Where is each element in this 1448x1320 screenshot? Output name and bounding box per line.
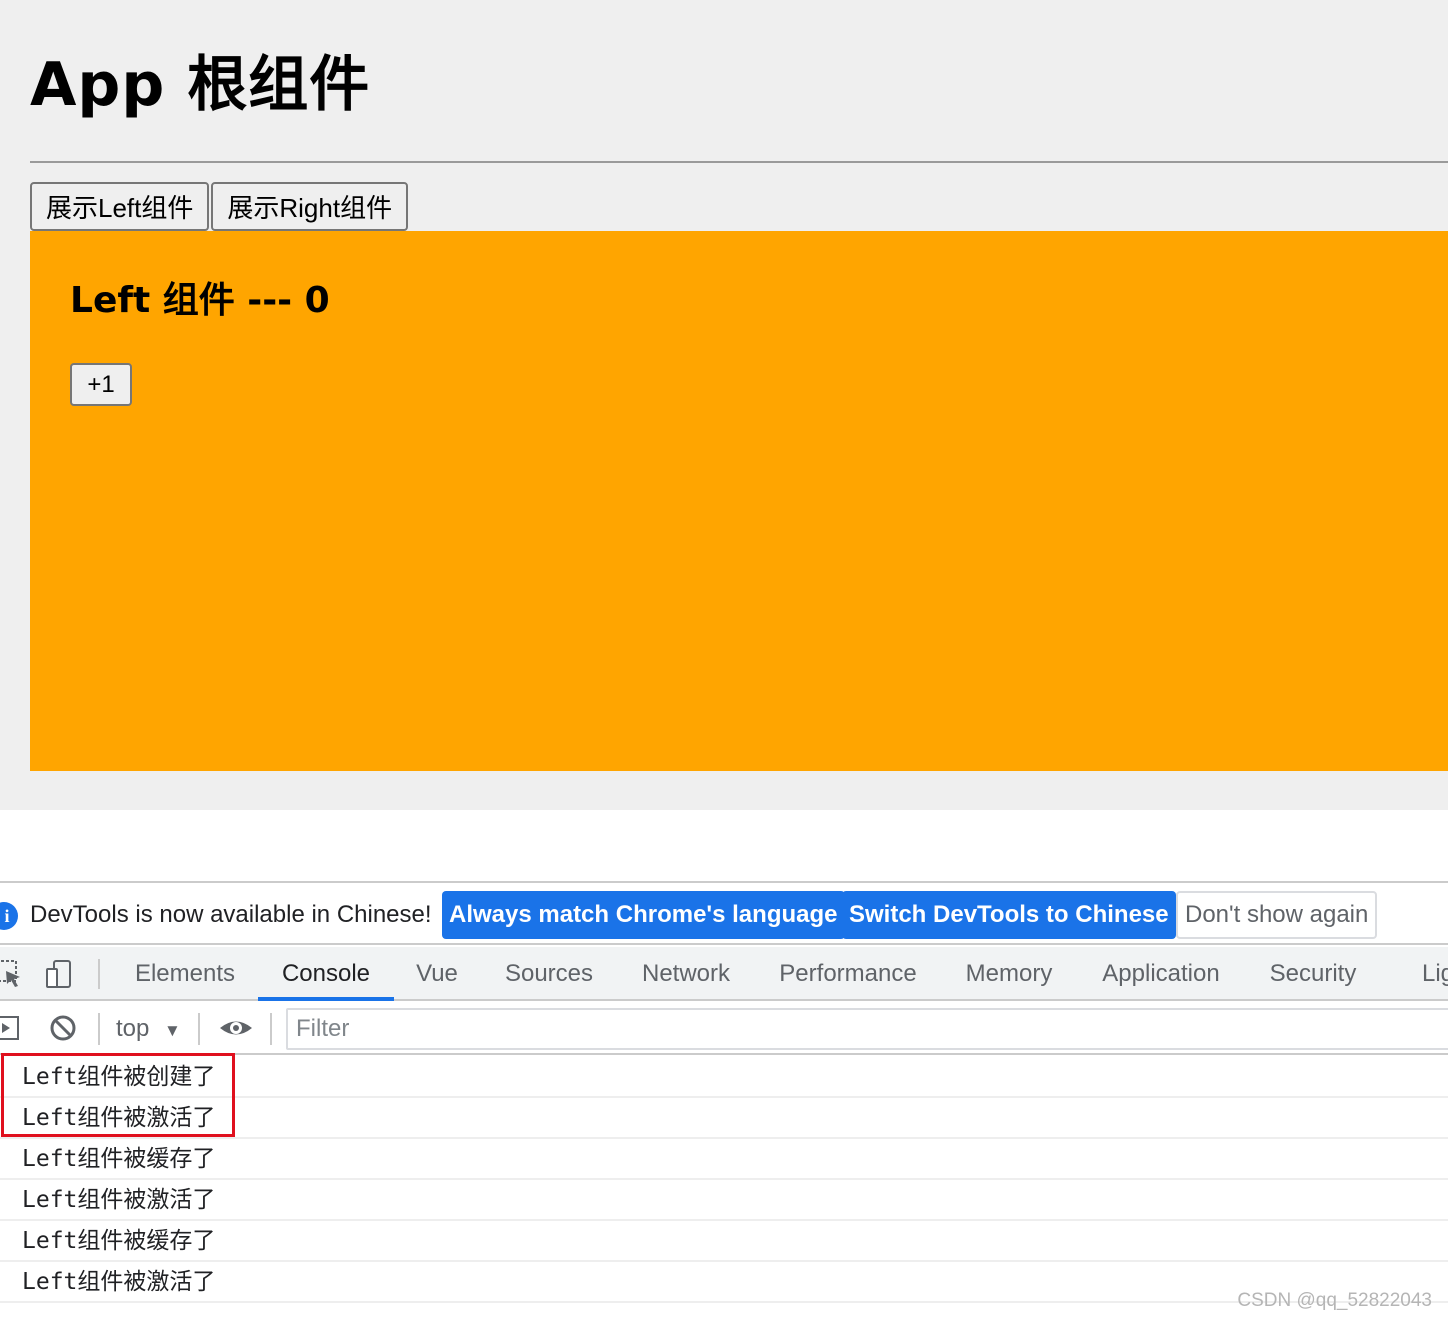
- console-message: Left组件被缓存了: [0, 1139, 1448, 1180]
- toolbar-separator: [198, 1013, 200, 1045]
- inspect-element-icon[interactable]: [0, 959, 24, 989]
- tab-network[interactable]: Network: [628, 947, 744, 1001]
- tab-sources[interactable]: Sources: [490, 947, 608, 1001]
- show-left-button[interactable]: 展示Left组件: [30, 182, 210, 231]
- infobar-message: DevTools is now available in Chinese!: [30, 901, 432, 928]
- console-toolbar: top ▼: [0, 1003, 1448, 1055]
- tab-performance[interactable]: Performance: [766, 947, 930, 1001]
- console-message: Left组件被激活了: [0, 1180, 1448, 1221]
- tab-memory[interactable]: Memory: [952, 947, 1066, 1001]
- devtools-panel: i DevTools is now available in Chinese! …: [0, 881, 1448, 1320]
- toolbar-separator: [270, 1013, 272, 1045]
- sidebar-toggle-icon[interactable]: [0, 1013, 22, 1043]
- divider: [30, 161, 1448, 163]
- info-icon: i: [0, 902, 18, 930]
- left-component-title: Left 组件 --- 0: [70, 280, 330, 321]
- show-right-button[interactable]: 展示Right组件: [211, 182, 409, 231]
- console-messages: Left组件被创建了 Left组件被激活了 Left组件被缓存了 Left组件被…: [0, 1053, 1448, 1303]
- tab-elements[interactable]: Elements: [118, 947, 252, 1001]
- tab-vue[interactable]: Vue: [400, 947, 474, 1001]
- tab-application[interactable]: Application: [1088, 947, 1234, 1001]
- always-match-language-button[interactable]: Always match Chrome's language: [442, 891, 845, 939]
- app-page: App 根组件 展示Left组件 展示Right组件 Left 组件 --- 0…: [0, 0, 1448, 810]
- chevron-down-icon: ▼: [164, 1021, 181, 1040]
- context-selector-value: top: [116, 1015, 150, 1042]
- language-infobar: i DevTools is now available in Chinese! …: [0, 883, 1448, 945]
- tab-security[interactable]: Security: [1256, 947, 1370, 1001]
- component-switcher: 展示Left组件 展示Right组件: [30, 182, 410, 231]
- switch-to-chinese-button[interactable]: Switch DevTools to Chinese: [842, 891, 1176, 939]
- console-message: Left组件被激活了: [0, 1098, 1448, 1139]
- tab-console[interactable]: Console: [258, 947, 394, 1001]
- device-toolbar-icon[interactable]: [44, 959, 74, 989]
- app-title: App 根组件: [30, 50, 371, 120]
- console-message: Left组件被缓存了: [0, 1221, 1448, 1262]
- console-message: Left组件被创建了: [0, 1057, 1448, 1098]
- clear-console-icon[interactable]: [48, 1013, 78, 1043]
- context-selector[interactable]: top ▼: [116, 1011, 181, 1047]
- tab-separator: [98, 959, 100, 989]
- left-component: Left 组件 --- 0 +1: [30, 231, 1448, 771]
- increment-button[interactable]: +1: [70, 363, 132, 406]
- watermark: CSDN @qq_52822043: [1237, 1290, 1432, 1311]
- devtools-tabbar: Elements Console Vue Sources Network Per…: [0, 947, 1448, 1001]
- console-message: Left组件被激活了: [0, 1262, 1448, 1303]
- dont-show-again-button[interactable]: Don't show again: [1176, 891, 1378, 939]
- console-filter-input[interactable]: [286, 1008, 1448, 1050]
- toolbar-separator: [98, 1013, 100, 1045]
- live-expression-eye-icon[interactable]: [218, 1013, 254, 1043]
- tab-lighthouse[interactable]: Lig: [1410, 947, 1448, 1001]
